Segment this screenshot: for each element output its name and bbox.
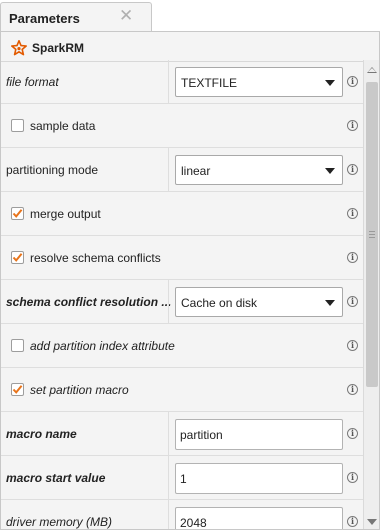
param-set-partition-macro: set partition macro i bbox=[1, 368, 363, 412]
checkmark-icon bbox=[12, 253, 23, 262]
chevron-down-icon bbox=[325, 168, 335, 174]
param-macro-start-value: macro start value i bbox=[1, 456, 363, 500]
info-icon[interactable]: i bbox=[347, 428, 358, 439]
info-icon[interactable]: i bbox=[347, 208, 358, 219]
info-icon[interactable]: i bbox=[347, 164, 358, 175]
resolve-schema-conflicts-checkbox[interactable] bbox=[11, 251, 24, 264]
partitioning-mode-select[interactable]: linear bbox=[175, 155, 343, 185]
info-icon[interactable]: i bbox=[347, 296, 358, 307]
scrollbar-thumb[interactable] bbox=[366, 82, 378, 387]
info-icon[interactable]: i bbox=[347, 516, 358, 527]
operator-name: SparkRM bbox=[32, 41, 85, 55]
parameter-list: file format TEXTFILE i sample data i par… bbox=[1, 60, 363, 529]
info-icon[interactable]: i bbox=[347, 120, 358, 131]
chevron-down-icon bbox=[325, 300, 335, 306]
macro-start-value-input[interactable] bbox=[175, 463, 343, 494]
checkmark-icon bbox=[12, 209, 23, 218]
param-macro-name: macro name i bbox=[1, 412, 363, 456]
param-label: driver memory (MB) bbox=[6, 515, 113, 529]
info-icon[interactable]: i bbox=[347, 76, 358, 87]
driver-memory-input[interactable] bbox=[175, 507, 343, 529]
param-label: set partition macro bbox=[30, 383, 129, 397]
info-icon[interactable]: i bbox=[347, 252, 358, 263]
spark-star-icon bbox=[11, 40, 27, 56]
macro-name-input[interactable] bbox=[175, 419, 343, 450]
select-value: TEXTFILE bbox=[181, 76, 238, 90]
param-label: add partition index attribute bbox=[30, 339, 175, 353]
param-driver-memory: driver memory (MB) i bbox=[1, 500, 363, 529]
schema-conflict-resolution-select[interactable]: Cache on disk bbox=[175, 287, 343, 317]
file-format-select[interactable]: TEXTFILE bbox=[175, 67, 343, 97]
vertical-scrollbar[interactable] bbox=[363, 60, 379, 529]
param-resolve-schema-conflicts: resolve schema conflicts i bbox=[1, 236, 363, 280]
param-label: macro start value bbox=[6, 471, 106, 485]
sample-data-checkbox[interactable] bbox=[11, 119, 24, 132]
param-sample-data: sample data i bbox=[1, 104, 363, 148]
add-partition-index-checkbox[interactable] bbox=[11, 339, 24, 352]
param-label: partitioning mode bbox=[6, 163, 99, 177]
info-icon[interactable]: i bbox=[347, 384, 358, 395]
checkmark-icon bbox=[12, 385, 23, 394]
parameters-tab[interactable]: Parameters ✕ bbox=[0, 2, 152, 32]
tab-title: Parameters bbox=[9, 11, 80, 26]
param-label: sample data bbox=[30, 119, 96, 133]
info-icon[interactable]: i bbox=[347, 472, 358, 483]
info-icon[interactable]: i bbox=[347, 340, 358, 351]
param-schema-conflict-resolution: schema conflict resolution ... Cache on … bbox=[1, 280, 363, 324]
param-label: schema conflict resolution ... bbox=[6, 295, 172, 309]
param-add-partition-index-attribute: add partition index attribute i bbox=[1, 324, 363, 368]
scroll-down-icon[interactable] bbox=[367, 519, 377, 525]
select-value: linear bbox=[181, 164, 211, 178]
merge-output-checkbox[interactable] bbox=[11, 207, 24, 220]
param-merge-output: merge output i bbox=[1, 192, 363, 236]
chevron-down-icon bbox=[325, 80, 335, 86]
parameters-panel: SparkRM file format TEXTFILE i sample da… bbox=[0, 31, 380, 530]
param-label: merge output bbox=[30, 207, 101, 221]
param-label: file format bbox=[6, 75, 59, 89]
close-icon[interactable]: ✕ bbox=[119, 7, 133, 25]
operator-header: SparkRM bbox=[11, 38, 84, 58]
set-partition-macro-checkbox[interactable] bbox=[11, 383, 24, 396]
select-value: Cache on disk bbox=[181, 296, 258, 310]
param-label: macro name bbox=[6, 427, 77, 441]
param-label: resolve schema conflicts bbox=[30, 251, 161, 265]
param-partitioning-mode: partitioning mode linear i bbox=[1, 148, 363, 192]
param-file-format: file format TEXTFILE i bbox=[1, 60, 363, 104]
